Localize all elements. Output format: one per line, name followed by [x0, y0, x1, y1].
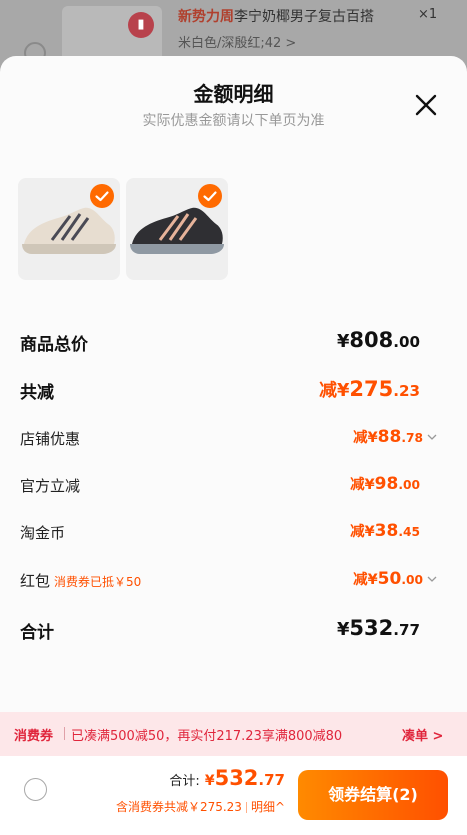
row-subtotal: 合计 ¥532.77: [20, 614, 442, 644]
goods-total-dec: .00: [393, 333, 420, 351]
footer-total-label: 合计:: [169, 774, 200, 789]
tao-coin-int: 38: [374, 521, 399, 541]
background-product-qty: ×1: [418, 7, 438, 22]
background-title-text: 李宁奶椰男子复古百搭: [234, 9, 374, 25]
footer-total-int: 532: [214, 766, 259, 790]
official-discount-dec: .00: [398, 478, 420, 492]
checkout-bar: 合计: ¥532.77 含消费券共减￥275.23 明细^ 领券结算(2): [0, 756, 467, 835]
voucher-tag: 消费券: [14, 729, 54, 744]
voucher-banner: 消费券 已凑满500减50，再实付217.23享满800减80 凑单 >: [0, 712, 467, 756]
background-product-spec: 米白色/深殷红;42 >: [178, 36, 297, 51]
close-button[interactable]: [410, 89, 442, 121]
red-packet-int: 50: [377, 569, 402, 589]
selected-check-icon: [90, 184, 114, 208]
goods-total-label: 商品总价: [20, 335, 88, 355]
row-goods-total: 商品总价 ¥808.00: [20, 326, 442, 356]
tao-coin-value: 减¥38.45: [350, 520, 420, 541]
tao-coin-prefix: 减¥: [350, 524, 375, 540]
total-off-label: 共减: [20, 383, 54, 403]
store-discount-prefix: 减¥: [353, 430, 378, 446]
store-discount-value: 减¥88.78: [353, 426, 438, 447]
red-packet-label-text: 红包: [20, 572, 51, 590]
subtotal-value: ¥532.77: [337, 616, 420, 640]
checkout-button[interactable]: 领券结算(2): [298, 770, 448, 820]
product-thumb-2[interactable]: [126, 178, 228, 280]
goods-total-value: ¥808.00: [337, 328, 420, 352]
footer-total-value: ¥532.77: [205, 766, 285, 790]
row-total-off: 共减 减¥275.23: [20, 374, 442, 404]
official-discount-value: 减¥98.00: [350, 473, 420, 494]
subtotal-label: 合计: [20, 623, 54, 643]
tao-coin-dec: .45: [398, 525, 420, 539]
subtotal-dec: .77: [393, 621, 420, 639]
red-packet-value: 减¥50.00: [353, 568, 438, 589]
detail-toggle[interactable]: 明细^: [251, 800, 285, 814]
goods-total-int: 808: [349, 328, 394, 352]
red-packet-prefix: 减¥: [353, 572, 378, 588]
total-off-value: 减¥275.23: [319, 376, 420, 402]
store-discount-dec: .78: [401, 431, 423, 445]
red-packet-label: 红包 消费券已抵￥50: [20, 570, 141, 591]
row-official-discount: 官方立减 减¥98.00: [20, 471, 442, 501]
footer-discount-text: 含消费券共减￥275.23: [115, 800, 242, 814]
row-red-packet[interactable]: 红包 消费券已抵￥50 减¥50.00: [20, 566, 442, 596]
subtotal-int: 532: [349, 616, 394, 640]
chevron-down-icon: [427, 434, 437, 440]
row-tao-coin: 淘金币 减¥38.45: [20, 518, 442, 548]
background-brand-tag: 新势力周: [178, 9, 234, 25]
subtotal-prefix: ¥: [336, 619, 350, 640]
official-discount-label: 官方立减: [20, 477, 81, 495]
chevron-down-icon: [427, 576, 437, 582]
banner-divider: [64, 727, 65, 740]
red-packet-note: 消费券已抵￥50: [54, 575, 142, 589]
footer-discount-summary: 含消费券共减￥275.23 明细^: [116, 798, 285, 815]
red-packet-dec: .00: [401, 573, 423, 587]
footer-total-dec: .77: [258, 771, 285, 789]
footer-divider: [245, 802, 247, 813]
close-icon: [415, 94, 437, 116]
product-thumb-1[interactable]: [18, 178, 120, 280]
total-off-int: 275: [349, 377, 394, 401]
footer-total: 合计: ¥532.77: [169, 766, 285, 790]
store-discount-label: 店铺优惠: [20, 430, 81, 448]
sheet-title: 金额明细: [193, 82, 274, 106]
row-store-discount[interactable]: 店铺优惠 减¥88.78: [20, 424, 442, 454]
official-discount-int: 98: [374, 474, 399, 494]
brand-logo-icon: ▮: [128, 12, 154, 38]
sheet-subtitle: 实际优惠金额请以下单页为准: [142, 113, 325, 129]
total-off-dec: .23: [393, 382, 420, 400]
amount-detail-sheet: 金额明细 实际优惠金额请以下单页为准 商品总价 ¥808.00 共减 减¥275…: [0, 56, 467, 835]
store-discount-int: 88: [377, 427, 402, 447]
background-product-title: 新势力周李宁奶椰男子复古百搭: [178, 6, 374, 26]
tao-coin-label: 淘金币: [20, 524, 66, 542]
voucher-progress-text: 已凑满500减50，再实付217.23享满800减80: [71, 729, 343, 744]
total-off-prefix: 减¥: [319, 380, 350, 401]
selected-check-icon: [198, 184, 222, 208]
goods-total-prefix: ¥: [336, 331, 350, 352]
footer-total-prefix: ¥: [204, 773, 215, 789]
select-all-radio[interactable]: [24, 778, 47, 801]
add-items-link[interactable]: 凑单 >: [402, 725, 443, 744]
official-discount-prefix: 减¥: [350, 477, 375, 493]
